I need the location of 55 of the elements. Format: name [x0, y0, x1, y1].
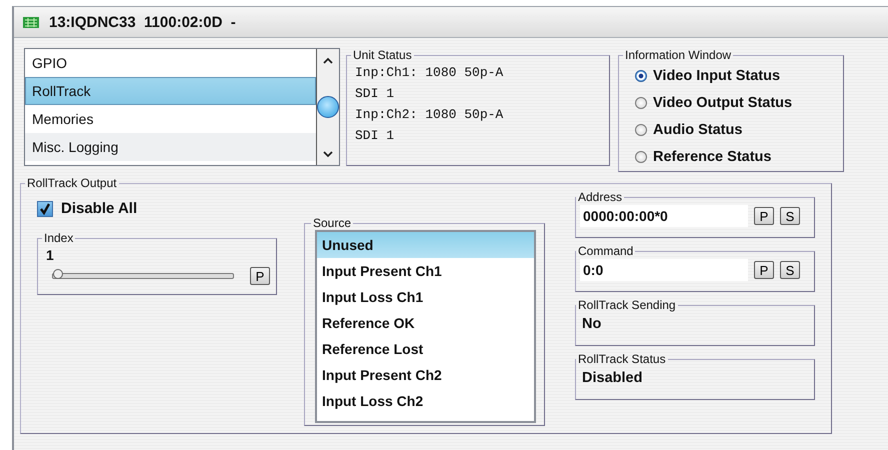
group-title: RollTrack Sending — [577, 298, 677, 312]
radio-button[interactable] — [635, 96, 647, 108]
small-button[interactable]: S — [780, 207, 800, 225]
radio-option[interactable]: Video Output Status — [627, 89, 837, 116]
radio-button[interactable] — [635, 70, 647, 82]
radio-label: Audio Status — [653, 122, 742, 138]
group-title: Source — [312, 216, 352, 230]
radio-button[interactable] — [635, 124, 647, 136]
slider-thumb[interactable] — [53, 269, 63, 279]
status-line: Inp:Ch1: 1080 50p-A — [355, 64, 504, 82]
checkbox[interactable] — [37, 200, 53, 216]
list-item[interactable]: Input Present Ch2 — [317, 362, 534, 388]
small-button[interactable]: S — [780, 261, 800, 279]
scrollbar[interactable] — [316, 49, 339, 165]
small-button[interactable]: P — [754, 261, 774, 279]
radio-label: Reference Status — [653, 148, 772, 164]
radio-button[interactable] — [635, 150, 647, 162]
status-line: SDI 1 — [355, 85, 396, 103]
radio-label: Video Output Status — [653, 94, 792, 110]
down-caret-icon — [323, 150, 333, 158]
input-field[interactable]: 0:0 — [580, 259, 748, 281]
radio-label: Video Input Status — [653, 68, 780, 84]
radio-option[interactable]: Reference Status — [627, 143, 837, 170]
index-value: 1 — [46, 247, 55, 263]
list-item[interactable]: Input Present Ch1 — [317, 258, 534, 284]
status-value: Disabled — [581, 370, 642, 386]
group-title: Information Window — [624, 48, 732, 62]
list-item[interactable]: GPIO — [25, 49, 316, 77]
window-title: 13:IQDNC33 1100:02:0D - — [49, 14, 236, 30]
status-line: Inp:Ch2: 1080 50p-A — [355, 106, 504, 124]
up-caret-icon — [323, 56, 333, 64]
group-title: RollTrack Status — [577, 352, 667, 366]
group-title: Address — [577, 190, 624, 204]
list-item[interactable]: Reference OK — [317, 310, 534, 336]
group-title: Index — [43, 231, 74, 245]
radio-option[interactable]: Video Input Status — [627, 62, 837, 89]
checkbox-label: Disable All — [61, 200, 138, 217]
scroll-thumb[interactable] — [317, 96, 339, 118]
radio-option[interactable]: Audio Status — [627, 116, 837, 143]
group-title: Command — [577, 244, 634, 258]
list-item[interactable]: Reference Lost — [317, 336, 534, 362]
status-value: No — [581, 316, 602, 332]
list-item[interactable]: Input Loss Ch1 — [317, 284, 534, 310]
status-line: SDI 1 — [355, 127, 396, 145]
list-item[interactable]: Unused — [317, 232, 534, 258]
small-button[interactable]: P — [754, 207, 774, 225]
list-item[interactable]: Misc. Logging — [25, 133, 316, 161]
circuit-board-icon — [23, 16, 39, 28]
list-item[interactable]: Input Loss Ch2 — [317, 388, 534, 414]
group-title: Unit Status — [352, 48, 413, 62]
list-item[interactable]: RollTrack — [25, 77, 316, 105]
group-title: RollTrack Output — [26, 176, 118, 190]
list-item[interactable]: Memories — [25, 105, 316, 133]
input-field[interactable]: 0000:00:00*0 — [580, 205, 748, 227]
p-button[interactable]: P — [250, 267, 270, 285]
